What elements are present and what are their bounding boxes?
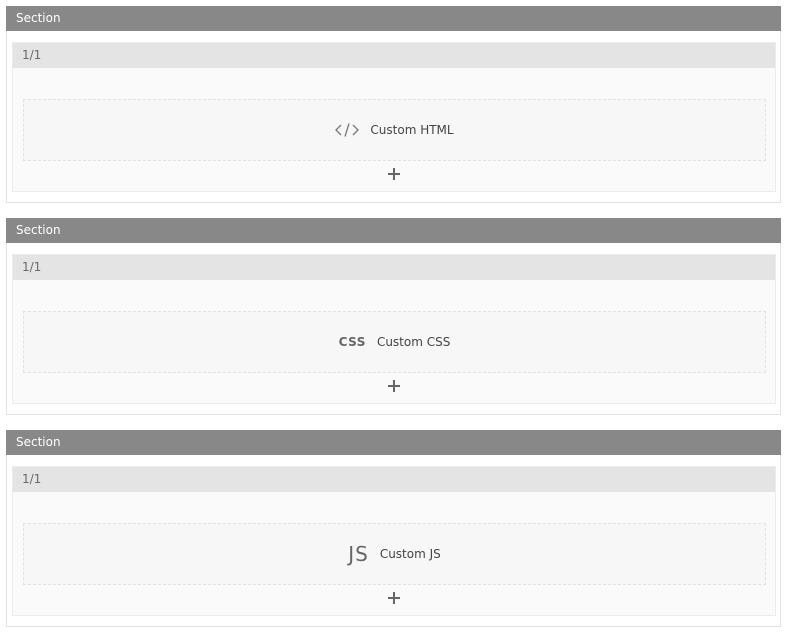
custom-css-element[interactable]: CSS Custom CSS xyxy=(23,311,766,373)
section-body: 1/1 Custom HTML xyxy=(6,31,781,203)
css-icon: CSS xyxy=(338,335,366,349)
js-icon: JS xyxy=(348,542,369,566)
section-body: 1/1 CSS Custom CSS xyxy=(6,243,781,415)
section-3: Section 1/1 JS Custom JS xyxy=(6,430,781,627)
column-header[interactable]: 1/1 xyxy=(13,255,775,280)
column: 1/1 CSS Custom CSS xyxy=(12,254,776,404)
section-body: 1/1 JS Custom JS xyxy=(6,455,781,627)
custom-js-element[interactable]: JS Custom JS xyxy=(23,523,766,585)
page-builder: Section 1/1 Custom HTML Section 1/1 CSS … xyxy=(0,0,788,641)
custom-html-element[interactable]: Custom HTML xyxy=(23,99,766,161)
column: 1/1 JS Custom JS xyxy=(12,466,776,616)
add-element-button[interactable] xyxy=(388,592,400,604)
add-element-button[interactable] xyxy=(388,380,400,392)
add-element-button[interactable] xyxy=(388,168,400,180)
element-label: Custom CSS xyxy=(376,335,451,349)
section-1: Section 1/1 Custom HTML xyxy=(6,6,781,203)
column-header[interactable]: 1/1 xyxy=(13,467,775,492)
section-header[interactable]: Section xyxy=(6,430,781,455)
section-2: Section 1/1 CSS Custom CSS xyxy=(6,218,781,415)
element-label: Custom HTML xyxy=(370,123,454,137)
code-icon xyxy=(335,122,360,138)
element-label: Custom JS xyxy=(379,547,441,561)
column: 1/1 Custom HTML xyxy=(12,42,776,192)
section-header[interactable]: Section xyxy=(6,6,781,31)
section-header[interactable]: Section xyxy=(6,218,781,243)
column-header[interactable]: 1/1 xyxy=(13,43,775,68)
